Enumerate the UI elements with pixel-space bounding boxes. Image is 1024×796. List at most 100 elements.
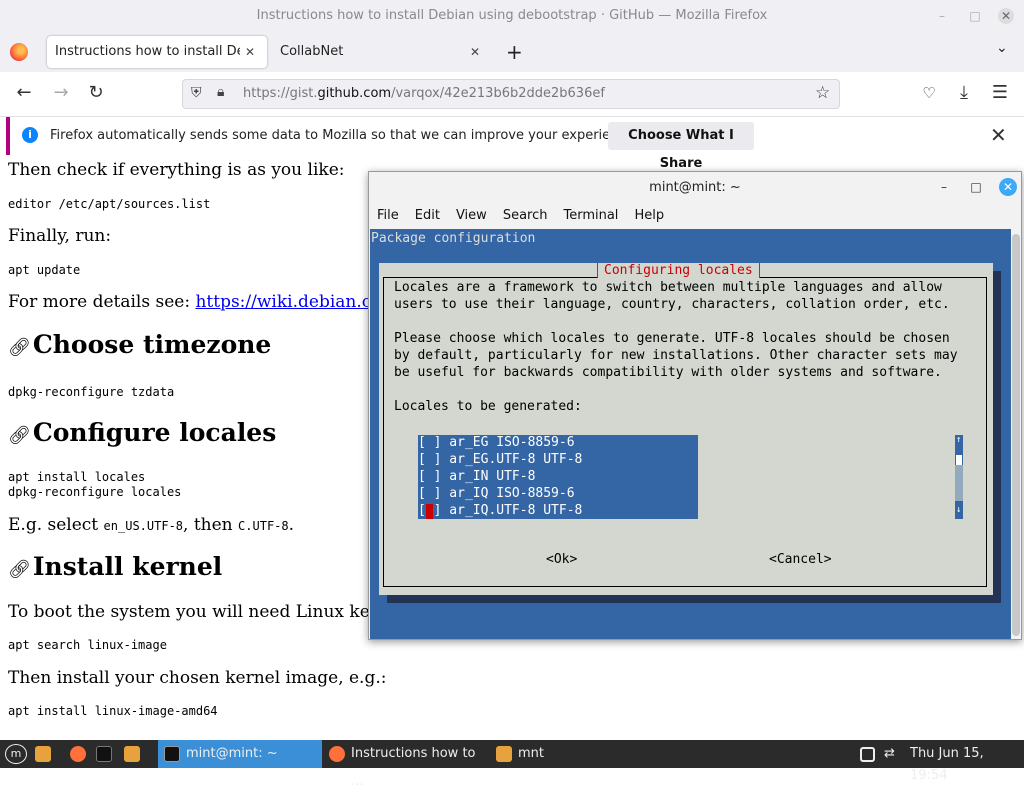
close-icon[interactable]: ✕ — [999, 178, 1017, 196]
bookmark-star-icon[interactable]: ☆ — [815, 83, 830, 103]
menu-icon[interactable]: ☰ — [989, 82, 1011, 104]
task-firefox[interactable]: Instructions how to ... — [323, 740, 489, 789]
task-label: mint@mint: ~ — [186, 746, 278, 761]
url-text: https://gist.github.com/varqox/42e213b6b… — [243, 86, 605, 101]
shield-icon[interactable]: ⛨ — [191, 85, 202, 101]
dialog-text-line: Locales are a framework to switch betwee… — [394, 280, 942, 295]
lock-icon[interactable]: 🔒︎ — [217, 84, 224, 100]
terminal-launcher-icon[interactable] — [96, 746, 112, 762]
locale-item[interactable]: [ ] ar_IQ ISO-8859-6 — [418, 486, 575, 501]
dialog-text-line: Locales to be generated: — [394, 399, 582, 414]
menu-file[interactable]: File — [377, 208, 399, 223]
scroll-track — [955, 465, 963, 501]
link-icon[interactable]: 🔗︎ — [8, 337, 31, 358]
minimize-icon[interactable]: – — [935, 178, 953, 196]
terminal-title: mint@mint: ~ — [649, 180, 741, 195]
cancel-button[interactable]: <Cancel> — [769, 552, 832, 567]
locale-item[interactable]: [ ] ar_EG.UTF-8 UTF-8 — [418, 452, 582, 467]
window-titlebar: Instructions how to install Debian using… — [0, 0, 1024, 32]
link-icon[interactable]: 🔗︎ — [8, 425, 31, 446]
notification-close-icon[interactable]: ✕ — [990, 123, 1007, 147]
ok-button[interactable]: <Ok> — [546, 552, 577, 567]
downloads-icon[interactable]: ⤓ — [953, 82, 975, 104]
firefox-menu-icon[interactable] — [10, 43, 28, 61]
menu-search[interactable]: Search — [503, 208, 548, 223]
configuring-locales-dialog: Configuring locales Locales are a framew… — [379, 263, 993, 595]
link-icon[interactable]: 🔗︎ — [8, 559, 31, 580]
nav-bar: ← → ↻ ⛨ 🔒︎ https://gist.github.com/varqo… — [0, 72, 1024, 117]
terminal-scrollbar[interactable] — [1012, 234, 1020, 636]
menu-help[interactable]: Help — [634, 208, 664, 223]
scroll-down-icon[interactable]: ↓ — [956, 505, 961, 515]
dialog-text-line: be useful for backwards compatibility wi… — [394, 365, 942, 380]
firefox-launcher-icon[interactable] — [70, 746, 86, 762]
task-terminal[interactable]: mint@mint: ~ — [158, 740, 322, 768]
menu-edit[interactable]: Edit — [415, 208, 440, 223]
taskbar: m mint@mint: ~ Instructions how to ... m… — [0, 740, 1024, 789]
clock[interactable]: Thu Jun 15, 19:54 — [910, 743, 1024, 783]
pocket-icon[interactable]: ♡ — [918, 82, 940, 104]
code-block: dpkg-reconfigure tzdata — [8, 385, 175, 399]
tab-close-icon[interactable]: ✕ — [470, 36, 480, 68]
task-label: mnt — [518, 746, 544, 761]
minimize-icon[interactable]: – — [934, 8, 950, 24]
locale-item[interactable]: [ ] ar_IQ.UTF-8 UTF-8 — [418, 503, 582, 518]
scroll-up-icon[interactable]: ↑ — [956, 435, 961, 445]
notification-message: Firefox automatically sends some data to… — [50, 128, 638, 143]
data-notification-bar: i Firefox automatically sends some data … — [6, 117, 1018, 171]
folder-icon — [496, 746, 512, 762]
locale-item[interactable]: [ ] ar_IN UTF-8 — [418, 469, 535, 484]
code-block: apt install locales — [8, 470, 146, 484]
locale-item[interactable]: [ ] ar_EG ISO-8859-6 — [418, 435, 575, 450]
info-icon: i — [22, 127, 38, 143]
maximize-icon[interactable]: □ — [967, 178, 985, 196]
terminal-icon — [164, 746, 180, 762]
files-launcher-icon[interactable] — [124, 746, 140, 762]
debian-wiki-link[interactable]: https://wiki.debian.org — [195, 292, 391, 312]
paragraph: For more details see: https://wiki.debia… — [8, 292, 391, 312]
list-scrollbar[interactable]: ↑ ↓ — [955, 435, 963, 519]
dialog-text-line: users to use their language, country, ch… — [394, 297, 950, 312]
menu-view[interactable]: View — [456, 208, 487, 223]
locales-list[interactable]: [ ] ar_EG ISO-8859-6 [ ] ar_EG.UTF-8 UTF… — [418, 435, 698, 519]
code-block: apt install linux-image-amd64 — [8, 704, 218, 718]
dialog-text-line: Please choose which locales to generate.… — [394, 331, 950, 346]
start-menu-icon[interactable]: m — [5, 744, 27, 764]
tab-bar: Instructions how to install Debi ✕ Colla… — [0, 32, 1024, 72]
back-icon[interactable]: ← — [13, 82, 35, 104]
scroll-thumb[interactable] — [956, 455, 962, 465]
paragraph: Then install your chosen kernel image, e… — [8, 668, 387, 688]
code-block: apt search linux-image — [8, 638, 167, 652]
code-block: dpkg-reconfigure locales — [8, 485, 182, 499]
code-block: editor /etc/apt/sources.list — [8, 197, 211, 211]
tab-instructions[interactable]: Instructions how to install Debi ✕ — [47, 36, 267, 68]
notifications-icon[interactable] — [860, 747, 875, 762]
reload-icon[interactable]: ↻ — [85, 82, 107, 104]
tab-label: CollabNet — [280, 44, 344, 59]
paragraph: To boot the system you will need Linux k… — [8, 602, 399, 622]
heading-configure-locales: 🔗︎Configure locales — [8, 418, 277, 447]
menu-terminal[interactable]: Terminal — [563, 208, 618, 223]
url-bar[interactable]: ⛨ 🔒︎ https://gist.github.com/varqox/42e2… — [182, 79, 840, 109]
terminal-cursor — [426, 504, 433, 519]
firefox-icon — [329, 746, 345, 762]
task-files[interactable]: mnt — [490, 740, 570, 768]
paragraph: E.g. select en_US.UTF-8, then C.UTF-8. — [8, 515, 295, 535]
network-icon[interactable]: ⇄ — [884, 743, 895, 765]
show-desktop-icon[interactable] — [35, 746, 51, 762]
list-tabs-icon[interactable]: ⌄ — [996, 40, 1008, 56]
paragraph: Finally, run: — [8, 226, 112, 246]
tab-collabnet[interactable]: CollabNet ✕ — [272, 36, 492, 68]
forward-icon[interactable]: → — [50, 82, 72, 104]
new-tab-icon[interactable]: + — [506, 40, 523, 64]
choose-what-i-share-button[interactable]: Choose What I Share — [608, 122, 754, 171]
package-configuration-header: Package configuration — [371, 231, 536, 246]
dialog-frame — [383, 277, 987, 587]
heading-choose-timezone: 🔗︎Choose timezone — [8, 330, 272, 359]
terminal-screen[interactable]: Package configuration Configuring locale… — [370, 229, 1011, 639]
paragraph: Then check if everything is as you like: — [8, 160, 345, 180]
tab-close-icon[interactable]: ✕ — [245, 36, 255, 68]
dialog-title: Configuring locales — [597, 263, 760, 278]
close-window-icon[interactable]: ✕ — [998, 8, 1014, 24]
maximize-icon[interactable]: □ — [967, 8, 983, 24]
